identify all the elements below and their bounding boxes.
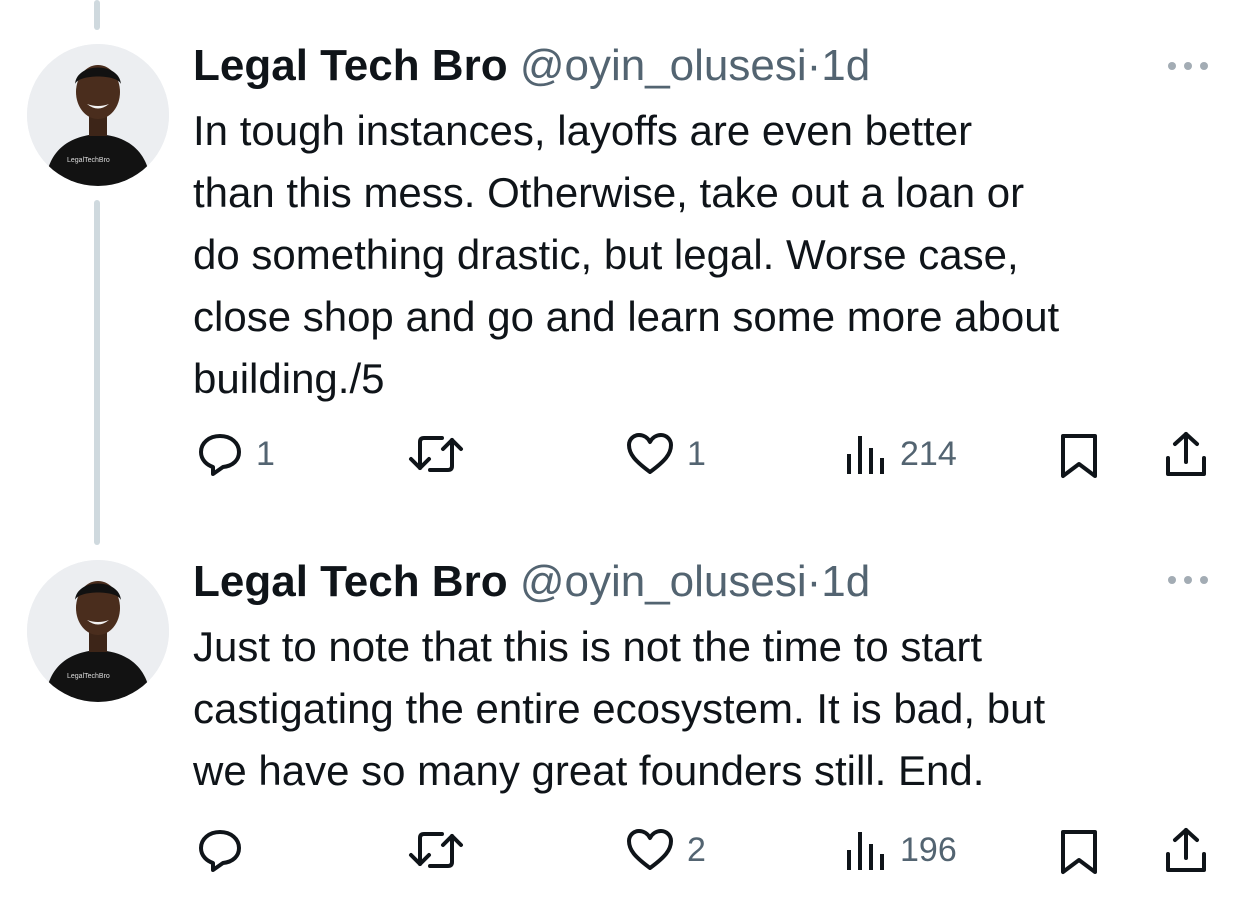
bookmark-button[interactable] [1058,432,1100,480]
tweet-text: Just to note that this is not the time t… [193,623,1046,794]
more-options-button[interactable] [1166,56,1210,76]
reply-button[interactable] [196,826,256,874]
views-icon [847,436,884,474]
timestamp[interactable]: 1d [821,557,870,606]
tweet-text: In tough instances, layoffs are even bet… [193,107,1060,402]
action-bar: 1 1 214 [0,426,1242,486]
tweet-header: Legal Tech Bro @oyin_olusesi·1d [193,556,870,608]
retweet-button[interactable] [408,430,476,478]
avatar-shirt-text: LegalTechBro [67,157,110,164]
more-options-button[interactable] [1166,570,1210,590]
avatar[interactable]: LegalTechBro [27,44,169,186]
avatar-shirt-text: LegalTechBro [67,673,110,680]
views-icon [847,832,884,870]
more-icon [1168,62,1208,70]
like-count: 2 [687,830,706,869]
reply-icon [199,434,241,476]
views-button[interactable]: 196 [844,826,957,874]
separator-dot: · [806,41,822,90]
bookmark-icon [1061,434,1097,478]
author-name[interactable]: Legal Tech Bro [193,557,508,606]
separator-dot: · [806,557,822,606]
avatar[interactable]: LegalTechBro [27,560,169,702]
tweet-header: Legal Tech Bro @oyin_olusesi·1d [193,40,870,92]
share-icon [1166,828,1206,872]
author-name[interactable]: Legal Tech Bro [193,41,508,90]
like-icon [627,829,673,870]
like-icon [627,433,673,474]
timestamp[interactable]: 1d [821,41,870,90]
share-icon [1166,432,1206,476]
action-bar: 2 196 [0,822,1242,882]
share-button[interactable] [1162,826,1210,874]
like-count: 1 [687,434,706,473]
like-button[interactable]: 2 [625,826,706,874]
author-handle[interactable]: @oyin_olusesi [520,557,807,606]
bookmark-icon [1061,830,1097,874]
retweet-icon [409,436,463,472]
retweet-icon [409,832,463,868]
tweet[interactable]: LegalTechBro Legal Tech Bro @oyin_oluses… [0,520,1242,914]
reply-icon [199,830,241,872]
author-handle[interactable]: @oyin_olusesi [520,41,807,90]
retweet-button[interactable] [408,826,476,874]
view-count: 214 [900,434,957,473]
like-button[interactable]: 1 [625,430,706,478]
bookmark-button[interactable] [1058,828,1100,876]
views-button[interactable]: 214 [844,430,957,478]
reply-count: 1 [256,434,275,473]
tweet[interactable]: LegalTechBro Legal Tech Bro @oyin_oluses… [0,0,1242,520]
more-icon [1168,576,1208,584]
view-count: 196 [900,830,957,869]
share-button[interactable] [1162,430,1210,478]
reply-button[interactable]: 1 [196,430,275,478]
